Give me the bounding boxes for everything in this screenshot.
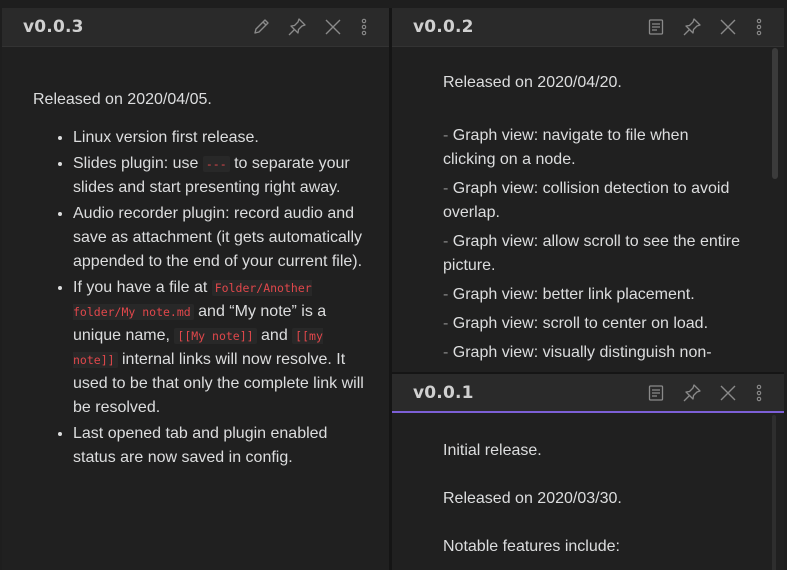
pane-actions [638, 12, 784, 42]
scrollbar[interactable] [772, 415, 776, 570]
note-line: - Graph view: collision detection to avo… [443, 177, 743, 225]
release-date: Released on 2020/04/20. [443, 74, 622, 91]
scrollbar[interactable] [772, 48, 778, 179]
note-line: - Graph view: allow scroll to see the en… [443, 230, 743, 278]
markdown-preview: Released on 2020/04/05. Linux version fi… [33, 88, 368, 472]
list-item: Slides plugin: use --- to separate your … [73, 152, 368, 200]
dash-marker: - [443, 315, 453, 332]
horizontal-divider[interactable] [392, 372, 784, 374]
pane-content[interactable]: Initial release. Released on 2020/03/30.… [392, 413, 784, 570]
close-button[interactable] [710, 12, 746, 42]
note-line: - Graph view: navigate to file when clic… [443, 124, 743, 172]
note-line: - Graph view: scroll to center on load. [443, 312, 743, 336]
note-text: Graph view: better link placement. [452, 286, 695, 303]
release-date: Released on 2020/03/30. [443, 490, 622, 507]
pane-actions [243, 12, 389, 42]
inline-code: [[My note]] [174, 328, 257, 344]
more-options-button[interactable] [351, 12, 377, 42]
pane-actions [638, 378, 784, 408]
pane-title[interactable]: v0.0.3 [2, 17, 243, 37]
pin-button[interactable] [674, 378, 710, 408]
release-notes: - Graph view: navigate to file when clic… [443, 124, 743, 365]
list-item-text: internal links will now resolve. It used… [73, 351, 364, 416]
note-text: Graph view: collision detection to avoid… [443, 180, 730, 221]
dash-marker: - [443, 233, 453, 250]
close-icon [325, 19, 341, 35]
pane-v003: v0.0.3 Released on 2020/04/05. • Linux v… [2, 8, 389, 570]
list-item-text: Audio recorder plugin: record audio and … [73, 205, 363, 270]
pane-v002: v0.0.2 Released on 2020/04/20. - Graph v… [392, 8, 784, 372]
markdown-preview: Released on 2020/04/20. - Graph view: na… [443, 71, 743, 370]
pane-content[interactable]: Released on 2020/04/05. Linux version fi… [2, 47, 389, 570]
vertical-divider[interactable] [389, 8, 392, 570]
edit-button[interactable] [243, 12, 279, 42]
list-item: Linux version first release. [73, 126, 368, 150]
more-options-icon [756, 18, 762, 36]
preview-icon [648, 19, 664, 35]
list-item: Last opened tab and plugin enabled statu… [73, 422, 368, 470]
list-item-text: Last opened tab and plugin enabled statu… [73, 425, 328, 466]
pane-title[interactable]: v0.0.1 [392, 383, 638, 403]
note-text: Graph view: visually distinguish non- [452, 344, 712, 361]
more-options-icon [361, 18, 367, 36]
list-item-text: and [256, 327, 293, 344]
close-button[interactable] [315, 12, 351, 42]
dash-marker: - [443, 127, 453, 144]
pane-header[interactable]: v0.0.1 [392, 374, 784, 413]
list-item-text: If you have a file at [73, 279, 212, 296]
pane-header[interactable]: v0.0.2 [392, 8, 784, 47]
pane-title[interactable]: v0.0.2 [392, 17, 638, 37]
more-options-button[interactable] [746, 12, 772, 42]
pin-icon [683, 383, 701, 401]
markdown-preview: Initial release. Released on 2020/03/30.… [443, 439, 743, 559]
release-date: Released on 2020/04/05. [33, 91, 212, 108]
close-button[interactable] [710, 378, 746, 408]
close-icon [720, 385, 736, 400]
dash-marker: - [443, 180, 453, 197]
preview-icon [648, 384, 664, 401]
list-item: If you have a file at Folder/Another fol… [73, 276, 368, 420]
edit-icon [254, 19, 269, 34]
note-text: Graph view: allow scroll to see the enti… [443, 233, 741, 274]
note-line: - Graph view: better link placement. [443, 283, 743, 307]
more-options-button[interactable] [746, 378, 772, 408]
list-item-text: Linux version first release. [73, 129, 259, 146]
pane-header[interactable]: v0.0.3 [2, 8, 389, 47]
pin-button[interactable] [279, 12, 315, 42]
note-line: Initial release. [443, 442, 542, 459]
pin-button[interactable] [674, 12, 710, 42]
list-item-text: Slides plugin: use [73, 155, 203, 172]
dash-marker: - [443, 344, 453, 361]
pin-icon [288, 18, 306, 36]
list-item: Audio recorder plugin: record audio and … [73, 202, 368, 274]
inline-code: --- [202, 156, 230, 172]
pane-content[interactable]: Released on 2020/04/20. - Graph view: na… [392, 47, 784, 372]
preview-toggle-button[interactable] [638, 12, 674, 42]
release-notes-list: Linux version first release. Slides plugi… [33, 126, 368, 470]
note-text: Graph view: navigate to file when clicki… [443, 127, 689, 168]
preview-toggle-button[interactable] [638, 378, 674, 408]
more-options-icon [756, 384, 762, 401]
note-line: - Graph view: visually distinguish non- [443, 341, 743, 365]
pin-icon [683, 18, 701, 36]
close-icon [720, 19, 736, 35]
note-text: Graph view: scroll to center on load. [452, 315, 709, 332]
dash-marker: - [443, 286, 453, 303]
pane-v001: v0.0.1 Initial release. Released on 2020… [392, 374, 784, 570]
note-line: Notable features include: [443, 538, 620, 555]
